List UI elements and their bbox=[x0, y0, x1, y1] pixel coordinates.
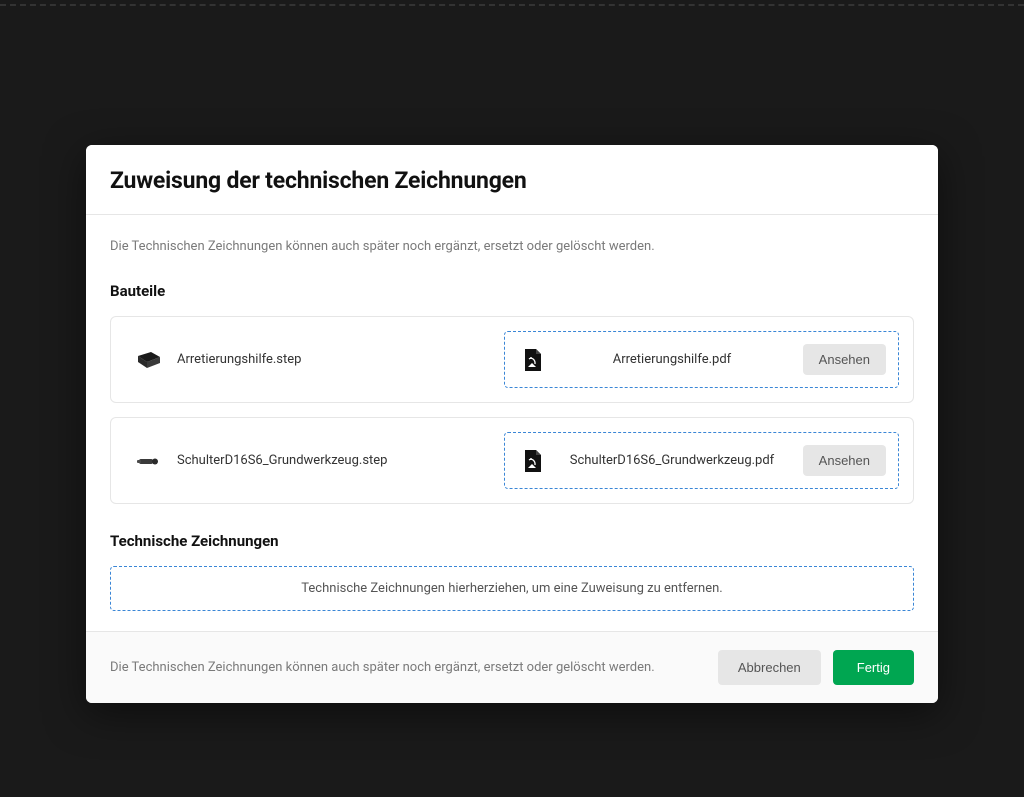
part-thumbnail-icon bbox=[135, 451, 163, 471]
assignment-modal: Zuweisung der technischen Zeichnungen Di… bbox=[86, 145, 938, 703]
parts-section-title: Bauteile bbox=[110, 282, 914, 300]
footer-note: Die Technischen Zeichnungen können auch … bbox=[110, 660, 718, 675]
pdf-filename: SchulterD16S6_Grundwerkzeug.pdf bbox=[553, 453, 790, 468]
remove-zone-text: Technische Zeichnungen hierherziehen, um… bbox=[301, 581, 722, 596]
modal-header: Zuweisung der technischen Zeichnungen bbox=[86, 145, 938, 215]
pdf-file-icon bbox=[523, 349, 541, 371]
view-button[interactable]: Ansehen bbox=[803, 445, 886, 476]
drawings-section-title: Technische Zeichnungen bbox=[110, 532, 914, 550]
part-row: Arretierungshilfe.step Arretierungshilfe… bbox=[110, 316, 914, 403]
cancel-button[interactable]: Abbrechen bbox=[718, 650, 821, 685]
modal-title: Zuweisung der technischen Zeichnungen bbox=[110, 167, 914, 194]
part-left: SchulterD16S6_Grundwerkzeug.step bbox=[125, 451, 504, 471]
done-button[interactable]: Fertig bbox=[833, 650, 914, 685]
part-left: Arretierungshilfe.step bbox=[125, 350, 504, 370]
modal-footer: Die Technischen Zeichnungen können auch … bbox=[86, 631, 938, 703]
view-button[interactable]: Ansehen bbox=[803, 344, 886, 375]
drawing-dropzone[interactable]: Arretierungshilfe.pdf Ansehen bbox=[504, 331, 899, 388]
step-filename: Arretierungshilfe.step bbox=[177, 352, 301, 367]
pdf-file-icon bbox=[523, 450, 541, 472]
remove-dropzone[interactable]: Technische Zeichnungen hierherziehen, um… bbox=[110, 566, 914, 611]
drawings-section: Technische Zeichnungen Technische Zeichn… bbox=[110, 532, 914, 611]
page-top-border bbox=[0, 0, 1024, 6]
body-note: Die Technischen Zeichnungen können auch … bbox=[110, 239, 914, 254]
drawing-dropzone[interactable]: SchulterD16S6_Grundwerkzeug.pdf Ansehen bbox=[504, 432, 899, 489]
step-filename: SchulterD16S6_Grundwerkzeug.step bbox=[177, 453, 387, 468]
part-row: SchulterD16S6_Grundwerkzeug.step Schulte… bbox=[110, 417, 914, 504]
part-thumbnail-icon bbox=[135, 350, 163, 370]
modal-body: Die Technischen Zeichnungen können auch … bbox=[86, 215, 938, 631]
pdf-filename: Arretierungshilfe.pdf bbox=[553, 352, 790, 367]
